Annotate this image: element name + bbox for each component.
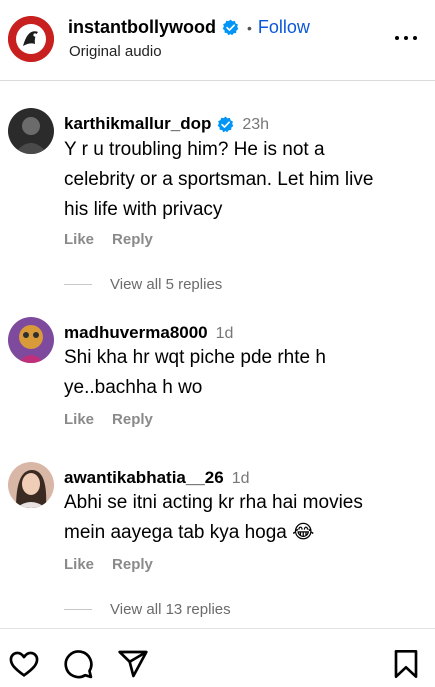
- verified-badge-icon: [218, 116, 234, 132]
- avatar-photo: [8, 462, 54, 508]
- comment-icon[interactable]: [62, 648, 94, 680]
- commenter-avatar[interactable]: [8, 317, 54, 363]
- view-replies-label: View all 13 replies: [110, 601, 231, 618]
- comment-username[interactable]: karthikmallur_dop: [64, 114, 211, 134]
- replies-divider: [64, 609, 92, 610]
- like-button[interactable]: Like: [64, 556, 94, 573]
- share-icon[interactable]: [117, 648, 149, 680]
- comment-text: Shi kha hr wqt piche pde rhte h ye..bach…: [64, 343, 424, 403]
- view-replies-button[interactable]: View all 5 replies: [64, 276, 222, 293]
- commenter-avatar[interactable]: [8, 108, 54, 154]
- like-button[interactable]: Like: [64, 231, 94, 248]
- comment-header: karthikmallur_dop 23h: [64, 114, 269, 134]
- comment-header: madhuverma8000 1d: [64, 323, 233, 343]
- comment-line: Shi kha hr wqt piche pde rhte h: [64, 347, 326, 368]
- view-replies-label: View all 5 replies: [110, 276, 223, 293]
- post-header: instantbollywood • Follow Original audio: [0, 0, 435, 81]
- separator-dot: •: [247, 19, 252, 36]
- commenter-avatar[interactable]: [8, 462, 54, 508]
- bookmark-icon[interactable]: [390, 648, 422, 680]
- audio-label[interactable]: Original audio: [69, 43, 162, 60]
- comment-line: Abhi se itni acting kr rha hai movies: [64, 492, 363, 513]
- like-button[interactable]: Like: [64, 411, 94, 428]
- reply-button[interactable]: Reply: [112, 231, 153, 248]
- instant-bollywood-logo: [8, 16, 54, 62]
- heart-icon[interactable]: [8, 648, 40, 680]
- comment-time: 1d: [215, 325, 234, 342]
- avatar-photo: [8, 108, 54, 154]
- view-replies-button[interactable]: View all 13 replies: [64, 601, 231, 618]
- comment-line: celebrity or a sportsman. Let him live: [64, 169, 374, 190]
- account-username[interactable]: instantbollywood: [68, 17, 216, 38]
- follow-button[interactable]: Follow: [258, 17, 310, 38]
- reply-button[interactable]: Reply: [112, 556, 153, 573]
- post-action-bar: [0, 628, 435, 687]
- comment-header: awantikabhatia__26 1d: [64, 468, 250, 488]
- replies-divider: [64, 284, 92, 285]
- comment-actions: Like Reply: [64, 411, 153, 428]
- comment-username[interactable]: madhuverma8000: [64, 323, 208, 343]
- avatar-photo: [8, 317, 54, 363]
- more-options-icon[interactable]: [391, 24, 421, 52]
- comment-time: 1d: [231, 470, 250, 487]
- reply-button[interactable]: Reply: [112, 411, 153, 428]
- comment-username[interactable]: awantikabhatia__26: [64, 468, 224, 488]
- comment-text: Y r u troubling him? He is not a celebri…: [64, 135, 424, 225]
- comment-line: ye..bachha h wo: [64, 377, 203, 398]
- comment-time: 23h: [242, 116, 270, 133]
- verified-badge-icon: [222, 19, 239, 36]
- comment-actions: Like Reply: [64, 231, 153, 248]
- comment-line: mein aayega tab kya hoga 😂: [64, 522, 315, 543]
- comment-text: Abhi se itni acting kr rha hai movies me…: [64, 488, 424, 548]
- comment-actions: Like Reply: [64, 556, 153, 573]
- header-title-row: instantbollywood • Follow: [68, 17, 310, 38]
- comment-line: Y r u troubling him? He is not a: [64, 139, 325, 160]
- comment-line: his life with privacy: [64, 199, 223, 220]
- account-avatar[interactable]: [8, 16, 54, 62]
